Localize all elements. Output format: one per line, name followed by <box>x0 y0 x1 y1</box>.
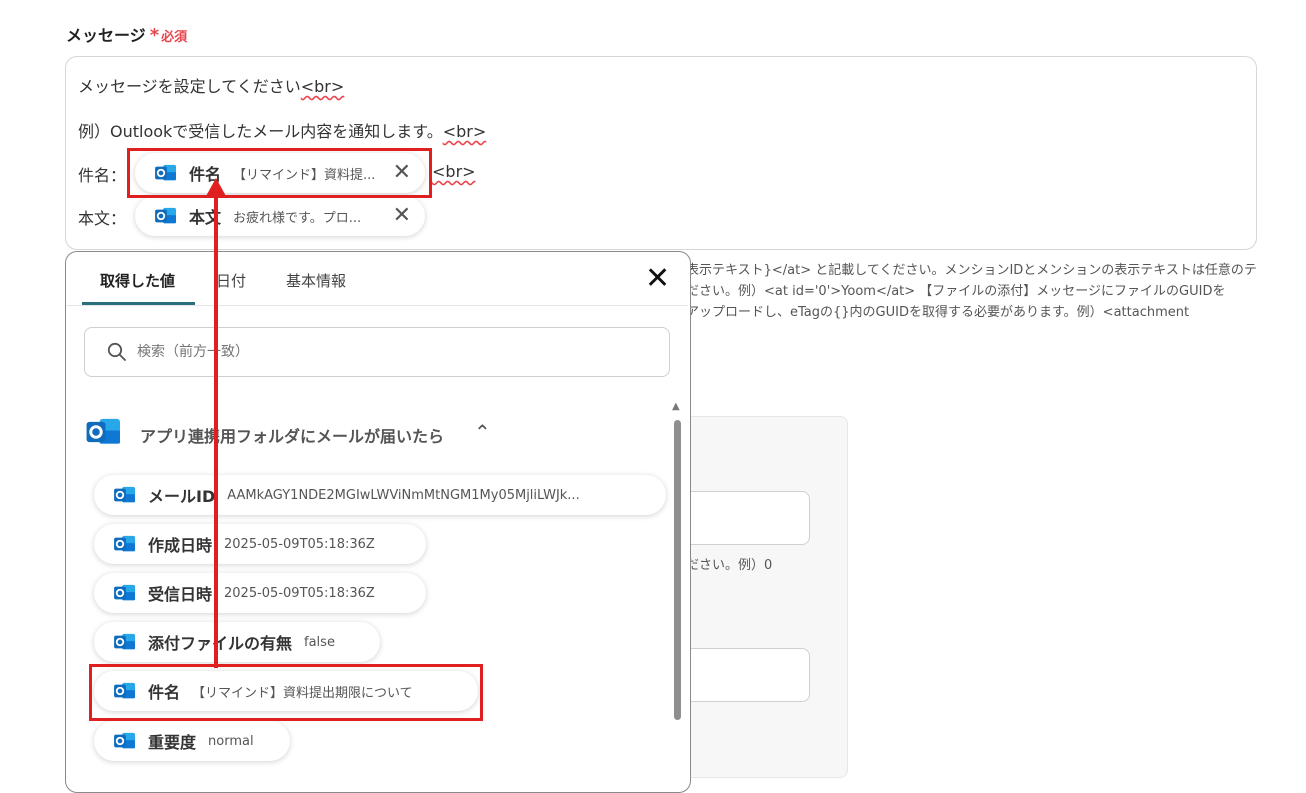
br-tag: <br> <box>300 77 345 96</box>
pill-value: お疲れ様です。プロ... <box>233 210 362 226</box>
br-tag: <br> <box>442 122 487 141</box>
outlook-icon <box>114 485 136 505</box>
background-input-1[interactable] <box>682 491 810 545</box>
subject-label: 件名： <box>78 166 127 185</box>
help-text-line-1: 表示テキスト}</at> と記載してください。メンションIDとメンションの表示テ… <box>686 263 1257 278</box>
scroll-up-arrow-icon[interactable]: ▲ <box>672 401 680 412</box>
help-text-line-3: アップロードし、eTagの{}内のGUIDを取得する必要があります。例）<att… <box>686 305 1190 320</box>
outlook-icon <box>114 583 136 603</box>
body-label: 本文： <box>78 209 127 228</box>
search-icon <box>107 342 126 361</box>
item-key: 重要度 <box>148 733 197 752</box>
required-asterisk: * <box>149 25 160 46</box>
list-item[interactable]: 添付ファイルの有無 false <box>94 622 380 662</box>
arrow-up-icon <box>205 178 227 198</box>
background-panel <box>682 416 848 778</box>
br-tag: <br> <box>432 162 476 181</box>
item-value: false <box>304 634 335 650</box>
body-variable-pill[interactable]: 本文 お疲れ様です。プロ... ✕ <box>135 196 425 236</box>
item-key: 作成日時 <box>148 536 213 555</box>
highlight-box-subject-item <box>89 664 483 721</box>
help-text-line-4: ださい。例）0 <box>686 558 773 573</box>
outlook-icon <box>114 731 136 751</box>
item-key: メールID <box>148 487 216 506</box>
message-field-label: メッセージ * 必須 <box>66 22 187 46</box>
outlook-icon <box>114 632 136 652</box>
outlook-icon <box>114 534 136 554</box>
close-icon[interactable]: ✕ <box>645 264 670 294</box>
tab-date[interactable]: 日付 <box>216 270 246 291</box>
chevron-up-icon[interactable]: ⌃ <box>474 420 491 444</box>
br-tag-after-subject: <br> <box>432 162 476 181</box>
annotation-arrow-line <box>214 193 218 668</box>
item-key: 受信日時 <box>148 585 213 604</box>
tab-divider <box>66 305 688 306</box>
outlook-icon <box>155 206 177 226</box>
list-item[interactable]: 作成日時 2025-05-09T05:18:36Z <box>94 524 426 564</box>
background-input-2[interactable] <box>682 648 810 702</box>
item-value: normal <box>208 733 254 749</box>
tab-basic-info[interactable]: 基本情報 <box>286 270 346 291</box>
list-item[interactable]: 重要度 normal <box>94 721 290 761</box>
search-box[interactable] <box>84 327 670 377</box>
editor-line-2: 例）Outlookで受信したメール内容を通知します。<br> <box>78 118 486 142</box>
close-icon[interactable]: ✕ <box>393 205 411 227</box>
item-value: 2025-05-09T05:18:36Z <box>224 536 375 552</box>
editor-line-2-text: 例）Outlookで受信したメール内容を通知します。 <box>78 122 443 141</box>
item-value: AAMkAGY1NDE2MGIwLWViNmMtNGM1My05MjliLWJk… <box>227 487 580 503</box>
item-key: 添付ファイルの有無 <box>148 634 293 653</box>
message-label-text: メッセージ <box>66 26 146 45</box>
required-text: 必須 <box>161 30 188 45</box>
outlook-icon <box>86 416 122 448</box>
item-value: 2025-05-09T05:18:36Z <box>224 585 375 601</box>
search-input[interactable] <box>135 343 639 361</box>
help-text-line-2: ださい。例）<at id='0'>Yoom</at> 【ファイルの添付】メッセー… <box>686 284 1226 299</box>
section-title: アプリ連携用フォルダにメールが届いたら <box>140 427 445 446</box>
scrollbar-thumb[interactable] <box>674 420 681 720</box>
highlight-box-subject-pill <box>127 148 432 198</box>
list-item[interactable]: 受信日時 2025-05-09T05:18:36Z <box>94 573 426 613</box>
editor-line-1-text: メッセージを設定してください <box>78 77 301 96</box>
active-tab-indicator <box>82 302 195 305</box>
tab-retrieved-values[interactable]: 取得した値 <box>100 270 175 291</box>
editor-line-1: メッセージを設定してください<br> <box>78 73 344 97</box>
list-item[interactable]: メールID AAMkAGY1NDE2MGIwLWViNmMtNGM1My05Mj… <box>94 475 666 515</box>
